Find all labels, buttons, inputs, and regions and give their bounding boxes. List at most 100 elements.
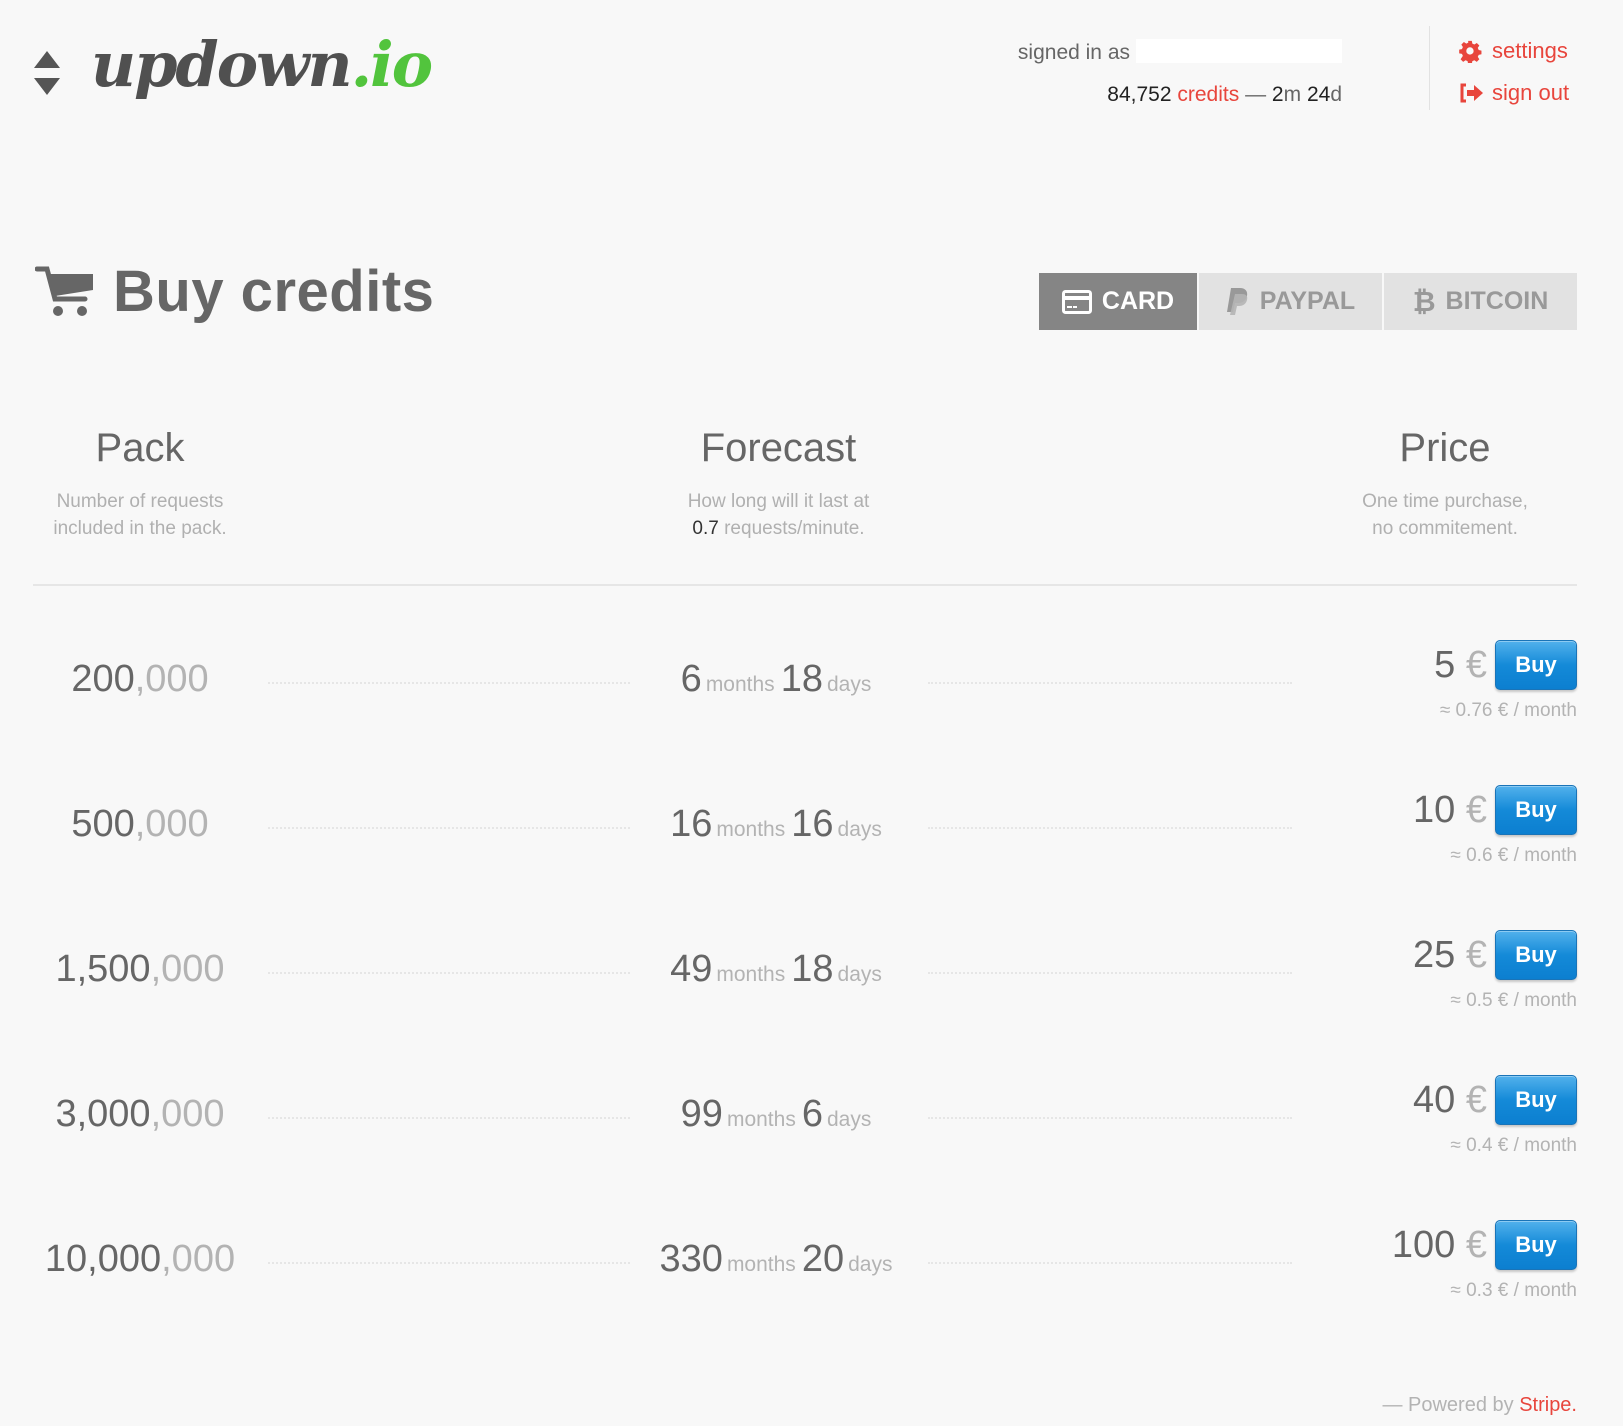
forecast-desc-line1: How long will it last at: [687, 491, 870, 512]
credits-link[interactable]: credits: [1177, 83, 1239, 106]
credit-card-icon: [1061, 289, 1092, 314]
price-value: 5 €: [1434, 644, 1487, 687]
pack-size: 3,000,000: [40, 1093, 240, 1136]
forecast-months: 6: [680, 658, 702, 700]
months-unit: months: [726, 1108, 796, 1131]
currency-symbol: €: [1465, 788, 1487, 831]
paypal-icon: [1226, 287, 1250, 317]
forecast-days: 6: [801, 1093, 823, 1135]
buy-button[interactable]: Buy: [1495, 640, 1577, 690]
header-divider: [1429, 26, 1430, 110]
forecast-days: 18: [791, 948, 834, 990]
forecast-duration: 6 months 18 days: [600, 658, 958, 701]
price-per-month: ≈ 0.76 € / month: [1439, 700, 1577, 721]
pack-row: 1,500,000 49 months 18 days 25 € Buy ≈ 0.5 …: [0, 930, 1623, 1030]
price-amount: 5 € Buy: [1434, 640, 1577, 690]
pack-size-main: 10,000: [44, 1238, 162, 1280]
forecast-days: 16: [791, 803, 834, 845]
price-heading: Price: [1399, 426, 1491, 470]
gear-icon: [1458, 39, 1484, 63]
tab-bitcoin-label: BITCOIN: [1445, 287, 1549, 315]
pack-size-zeros: ,000: [134, 803, 209, 845]
remaining-days: 24: [1306, 83, 1331, 106]
pack-price: 40 € Buy ≈ 0.4 € / month: [1413, 1075, 1577, 1157]
pack-price: 5 € Buy ≈ 0.76 € / month: [1434, 640, 1577, 722]
price-value: 100 €: [1392, 1224, 1487, 1267]
pack-price: 100 € Buy ≈ 0.3 € / month: [1392, 1220, 1577, 1302]
buy-button[interactable]: Buy: [1495, 1220, 1577, 1270]
buy-button[interactable]: Buy: [1495, 785, 1577, 835]
pack-size-zeros: ,000: [150, 948, 225, 990]
user-email-redacted: [1136, 39, 1342, 63]
forecast-duration: 16 months 16 days: [600, 803, 958, 846]
pack-size: 200,000: [40, 658, 240, 701]
forecast-duration: 99 months 6 days: [600, 1093, 958, 1136]
dotted-leader: [928, 1262, 1292, 1264]
forecast-days: 18: [780, 658, 823, 700]
pack-size-zeros: ,000: [150, 1093, 225, 1135]
powered-by-label: — Powered by: [1382, 1394, 1514, 1416]
buy-button[interactable]: Buy: [1495, 1075, 1577, 1125]
forecast-description: How long will it last at 0.7 requests/min…: [660, 488, 897, 542]
sign-out-link[interactable]: sign out: [1458, 72, 1569, 114]
account-info: signed in as 84,752 credits — 2m 24d: [1018, 32, 1342, 116]
dotted-leader: [268, 682, 630, 684]
column-header-forecast: Forecast How long will it last at 0.7 req…: [660, 424, 897, 542]
settings-link[interactable]: settings: [1458, 30, 1569, 72]
page-title-text: Buy credits: [113, 259, 435, 324]
settings-label: settings: [1492, 38, 1568, 63]
price-amount: 25 € Buy: [1413, 930, 1577, 980]
shopping-cart-icon: [35, 266, 93, 316]
dotted-leader: [268, 827, 630, 829]
payment-method-tabs: CARD PAYPAL ₿ BITCOIN: [1039, 273, 1577, 330]
bitcoin-icon: ₿: [1412, 285, 1436, 317]
dotted-leader: [928, 1117, 1292, 1119]
tab-card[interactable]: CARD: [1039, 273, 1197, 330]
stripe-link[interactable]: Stripe.: [1519, 1394, 1577, 1416]
forecast-desc-line2: requests/minute.: [724, 518, 865, 539]
credits-count: 84,752: [1107, 83, 1172, 106]
signed-in-label: signed in as: [1017, 41, 1130, 64]
pack-size: 10,000,000: [40, 1238, 240, 1281]
price-desc-line2: no commitement.: [1372, 518, 1518, 539]
account-links: settings sign out: [1458, 30, 1569, 114]
price-per-month: ≈ 0.5 € / month: [1450, 990, 1577, 1011]
pack-size-main: 1,500: [55, 948, 151, 990]
signed-in-line: signed in as: [1018, 32, 1342, 74]
months-unit: months: [705, 673, 775, 696]
forecast-heading: Forecast: [700, 426, 857, 470]
pack-size: 1,500,000: [40, 948, 240, 991]
tab-bitcoin[interactable]: ₿ BITCOIN: [1384, 273, 1577, 330]
pack-size-main: 200: [71, 658, 135, 700]
days-unit: days: [826, 1108, 872, 1131]
price-amount: 10 € Buy: [1413, 785, 1577, 835]
price-per-month: ≈ 0.4 € / month: [1450, 1135, 1577, 1156]
logo[interactable]: updown.io: [33, 28, 433, 96]
column-header-price: Price One time purchase, no commitement.: [1340, 424, 1550, 542]
pack-heading: Pack: [95, 426, 185, 470]
currency-symbol: €: [1465, 933, 1487, 976]
sign-out-icon: [1458, 81, 1484, 105]
tab-paypal[interactable]: PAYPAL: [1199, 273, 1382, 330]
pack-desc-line1: Number of requests: [56, 491, 224, 512]
pack-size-main: 3,000: [55, 1093, 151, 1135]
credits-line: 84,752 credits — 2m 24d: [1018, 74, 1342, 116]
price-value: 40 €: [1413, 1079, 1487, 1122]
price-per-month: ≈ 0.3 € / month: [1450, 1280, 1577, 1301]
price-number: 10: [1413, 788, 1456, 831]
pack-price: 25 € Buy ≈ 0.5 € / month: [1413, 930, 1577, 1012]
dotted-leader: [268, 1117, 630, 1119]
pack-description: Number of requests included in the pack.: [40, 488, 240, 542]
months-unit: m: [1283, 83, 1302, 106]
buy-button[interactable]: Buy: [1495, 930, 1577, 980]
pack-size: 500,000: [40, 803, 240, 846]
forecast-months: 99: [680, 1093, 723, 1135]
price-value: 25 €: [1413, 934, 1487, 977]
footer: — Powered by Stripe.: [1382, 1394, 1577, 1417]
price-number: 40: [1413, 1078, 1456, 1121]
request-rate: 0.7: [692, 518, 719, 539]
forecast-months: 330: [659, 1238, 723, 1280]
tab-paypal-label: PAYPAL: [1259, 287, 1356, 315]
page-title: Buy credits: [35, 258, 434, 325]
days-unit: days: [837, 818, 882, 841]
